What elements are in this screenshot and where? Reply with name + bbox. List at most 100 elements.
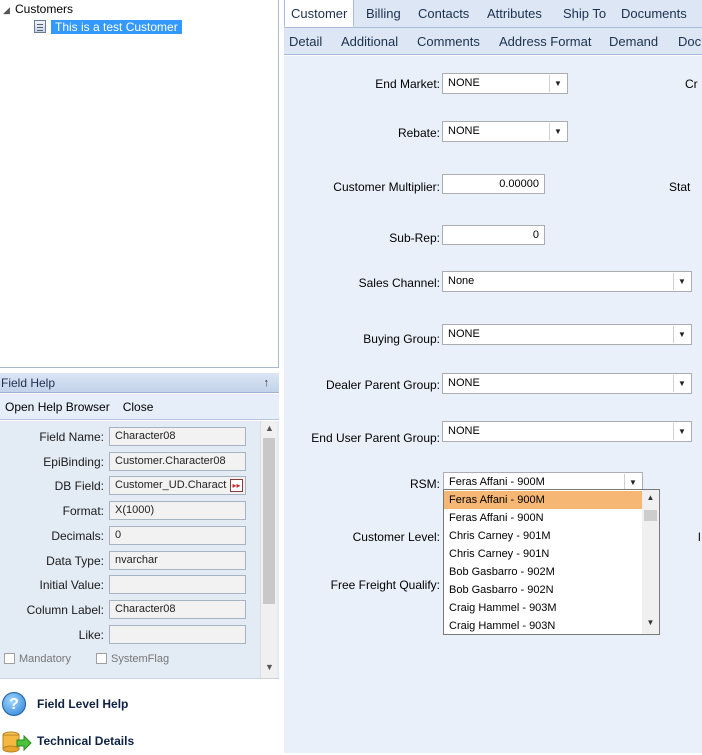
technical-details-text: Technical Details [37, 734, 135, 748]
chevron-down-icon[interactable]: ▼ [549, 75, 566, 92]
tab-detail[interactable]: Detail [289, 28, 322, 54]
customer-tree[interactable]: ◢ Customers This is a test Customer [0, 0, 279, 368]
chevron-down-icon[interactable]: ▼ [673, 273, 690, 290]
db-field-text: Customer_UD.Charact [115, 479, 227, 491]
epibinding-value[interactable]: Customer.Character08 [109, 452, 246, 471]
document-icon [34, 20, 46, 33]
decimals-row: Decimals: 0 [0, 526, 258, 546]
initial-value-value[interactable] [109, 575, 246, 594]
collapse-arrow-icon[interactable]: ◢ [3, 2, 15, 18]
customer-multiplier-input[interactable]: 0.00000 [442, 174, 545, 194]
tab-address-format[interactable]: Address Format [499, 28, 591, 54]
checkbox-box [4, 653, 15, 664]
sales-channel-select[interactable]: None ▼ [442, 271, 692, 292]
checkbox-box [96, 653, 107, 664]
initial-value-row: Initial Value: [0, 575, 258, 595]
pin-icon[interactable]: ↑ [264, 373, 270, 393]
buying-group-label: Buying Group: [363, 332, 440, 346]
tab-contacts[interactable]: Contacts [418, 0, 469, 27]
rsm-option[interactable]: Feras Affani - 900N [444, 509, 644, 527]
rsm-option[interactable]: Craig Hammel - 903N [444, 617, 644, 634]
end-market-label: End Market: [375, 77, 440, 91]
rsm-option[interactable]: Bob Gasbarro - 902N [444, 581, 644, 599]
tab-demand[interactable]: Demand [609, 28, 658, 54]
chevron-down-icon[interactable]: ▼ [673, 326, 690, 343]
format-value[interactable]: X(1000) [109, 501, 246, 520]
end-user-parent-group-value: NONE [448, 425, 480, 437]
tree-node-test-customer[interactable]: This is a test Customer [34, 19, 182, 35]
scroll-thumb[interactable] [644, 510, 657, 521]
system-flag-label: SystemFlag [111, 653, 170, 665]
tab-documents[interactable]: Documents [621, 0, 687, 27]
question-icon: ? [2, 692, 26, 716]
sub-rep-label: Sub-Rep: [389, 231, 440, 245]
db-field-row: DB Field: Customer_UD.Charact ▸▸ [0, 476, 258, 496]
rsm-list-scrollbar[interactable]: ▲ ▼ [642, 490, 659, 634]
scroll-thumb[interactable] [263, 438, 275, 604]
tab-customer[interactable]: Customer [284, 0, 355, 27]
field-level-help-text: Field Level Help [37, 697, 129, 711]
chevron-down-icon[interactable]: ▼ [673, 423, 690, 440]
chevron-down-icon[interactable]: ▼ [549, 123, 566, 140]
navigate-icon[interactable]: ▸▸ [230, 479, 243, 492]
tab-doc[interactable]: Doc [678, 28, 701, 54]
data-type-value[interactable]: nvarchar [109, 551, 246, 570]
sales-channel-value: None [448, 275, 475, 287]
tab-billing[interactable]: Billing [366, 0, 401, 27]
technical-details-link[interactable]: Technical Details [0, 727, 134, 755]
tree-node-customers[interactable]: ◢ Customers [3, 1, 73, 17]
system-flag-checkbox[interactable]: SystemFlag [96, 653, 169, 665]
decimals-value[interactable]: 0 [109, 526, 246, 545]
tab-comments[interactable]: Comments [417, 28, 480, 54]
column-label-value[interactable]: Character08 [109, 600, 246, 619]
field-name-value[interactable]: Character08 [109, 427, 246, 446]
close-button[interactable]: Close [123, 400, 154, 414]
scroll-down-icon[interactable]: ▼ [261, 662, 278, 672]
rsm-option[interactable]: Chris Carney - 901M [444, 527, 644, 545]
rsm-option[interactable]: Craig Hammel - 903M [444, 599, 644, 617]
format-label: Format: [62, 504, 104, 518]
chevron-down-icon[interactable]: ▼ [673, 375, 690, 392]
scroll-up-icon[interactable]: ▲ [642, 493, 659, 502]
tab-attributes[interactable]: Attributes [487, 0, 542, 27]
dealer-parent-group-label: Dealer Parent Group: [325, 378, 440, 392]
l-label-cut: l [698, 530, 701, 544]
rsm-value: Feras Affani - 900M [449, 476, 545, 488]
rsm-option[interactable]: Bob Gasbarro - 902M [444, 563, 644, 581]
scroll-up-icon[interactable]: ▲ [261, 423, 278, 433]
like-value[interactable] [109, 625, 246, 644]
cr-label-cut: Cr [685, 77, 698, 91]
db-field-label: DB Field: [54, 479, 104, 493]
rebate-select[interactable]: NONE ▼ [442, 121, 568, 142]
open-help-browser-button[interactable]: Open Help Browser [5, 400, 110, 414]
field-name-label: Field Name: [39, 430, 104, 444]
tab-additional[interactable]: Additional [341, 28, 398, 54]
like-row: Like: [0, 625, 258, 645]
sub-rep-input[interactable]: 0 [442, 225, 545, 245]
end-market-value: NONE [448, 77, 480, 89]
dealer-parent-group-select[interactable]: NONE ▼ [442, 373, 692, 394]
initial-value-label: Initial Value: [39, 578, 104, 592]
field-help-header: Field Help ↑ [0, 373, 279, 393]
tab-ship-to[interactable]: Ship To [563, 0, 606, 27]
end-user-parent-group-select[interactable]: NONE ▼ [442, 421, 692, 442]
rsm-option[interactable]: Chris Carney - 901N [444, 545, 644, 563]
end-market-select[interactable]: NONE ▼ [442, 73, 568, 94]
dealer-parent-group-value: NONE [448, 377, 480, 389]
rsm-dropdown-list[interactable]: Feras Affani - 900M Feras Affani - 900N … [443, 489, 660, 635]
sales-channel-label: Sales Channel: [358, 276, 440, 290]
db-field-value[interactable]: Customer_UD.Charact ▸▸ [109, 476, 246, 495]
field-help-scrollbar[interactable]: ▲ ▼ [260, 421, 277, 678]
field-level-help-link[interactable]: ? Field Level Help [0, 690, 128, 718]
field-help-title: Field Help [1, 376, 56, 390]
field-help-body: Field Name: Character08 EpiBinding: Cust… [0, 421, 279, 678]
free-freight-qualify-label: Free Freight Qualify: [330, 578, 440, 592]
rsm-option[interactable]: Feras Affani - 900M [444, 491, 644, 509]
column-label-row: Column Label: Character08 [0, 600, 258, 620]
buying-group-select[interactable]: NONE ▼ [442, 324, 692, 345]
scroll-down-icon[interactable]: ▼ [642, 618, 659, 627]
customer-level-label: Customer Level: [352, 530, 440, 544]
decimals-label: Decimals: [51, 529, 104, 543]
tree-root-label: Customers [15, 2, 74, 16]
mandatory-checkbox[interactable]: Mandatory [4, 653, 71, 665]
